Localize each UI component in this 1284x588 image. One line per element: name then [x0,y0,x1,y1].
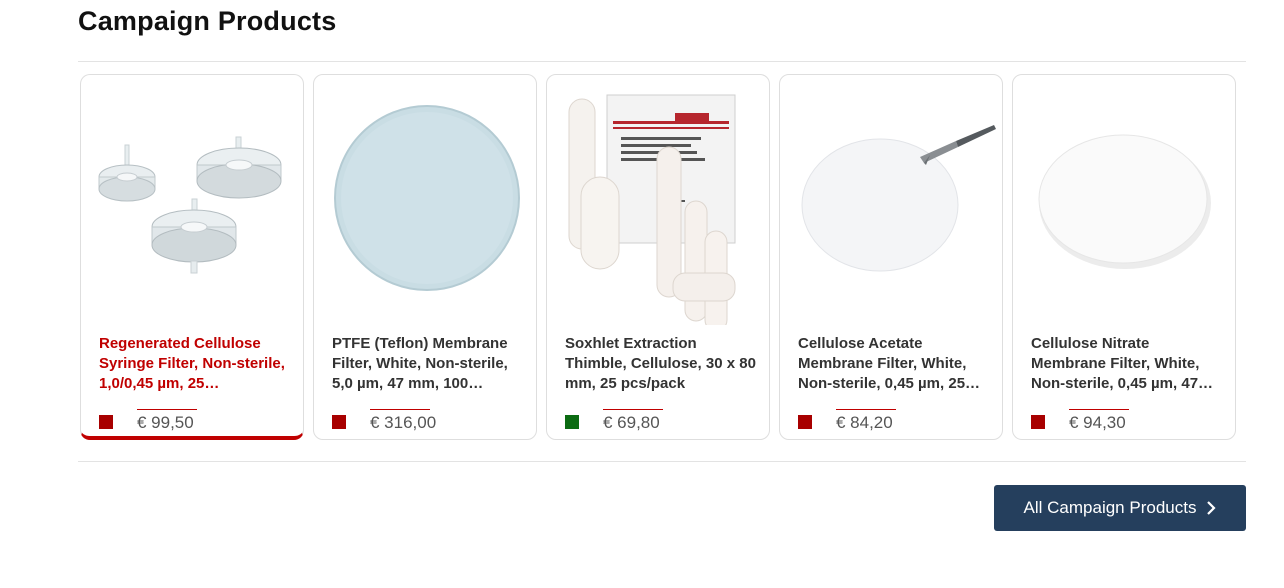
product-name[interactable]: Regenerated Cellulose Syringe Filter, No… [99,334,295,394]
chevron-right-icon [1206,501,1217,515]
product-name[interactable]: PTFE (Teflon) Membrane Filter, White, No… [332,334,528,394]
all-campaign-products-button[interactable]: All Campaign Products [994,485,1246,531]
price-divider [603,409,663,410]
product-price: € 69,80 [603,413,660,432]
product-card[interactable]: Cellulose Acetate Membrane Filter, White… [779,74,1003,440]
product-card[interactable]: Regenerated Cellulose Syringe Filter, No… [80,74,304,440]
product-price: € 316,00 [370,413,437,432]
product-card[interactable]: Cellulose Nitrate Membrane Filter, White… [1012,74,1236,440]
button-label: All Campaign Products [1023,498,1197,517]
divider [78,61,1246,62]
product-name[interactable]: Cellulose Nitrate Membrane Filter, White… [1031,334,1227,394]
product-name[interactable]: Cellulose Acetate Membrane Filter, White… [798,334,994,394]
stock-indicator [332,415,346,429]
product-name[interactable]: Soxhlet Extraction Thimble, Cellulose, 3… [565,334,761,394]
price-divider [836,409,896,410]
stock-indicator [99,415,113,429]
product-carousel: Regenerated Cellulose Syringe Filter, No… [80,74,1240,442]
stock-indicator [798,415,812,429]
price-divider [137,409,197,410]
product-card[interactable]: PTFE (Teflon) Membrane Filter, White, No… [313,74,537,440]
price-divider [370,409,430,410]
product-image-syringe-filters[interactable] [81,85,303,325]
divider [78,461,1246,462]
product-card[interactable]: Soxhlet Extraction Thimble, Cellulose, 3… [546,74,770,440]
product-image-extraction-thimbles[interactable] [547,85,769,325]
price-divider [1069,409,1129,410]
product-price: € 84,20 [836,413,893,432]
product-image-ptfe-membrane[interactable] [314,85,536,325]
product-price: € 99,50 [137,413,194,432]
stock-indicator [565,415,579,429]
section-title: Campaign Products [78,6,337,36]
product-image-cellulose-acetate-membrane[interactable] [780,85,1002,325]
product-image-cellulose-nitrate-membrane[interactable] [1013,85,1235,325]
stock-indicator [1031,415,1045,429]
product-price: € 94,30 [1069,413,1126,432]
